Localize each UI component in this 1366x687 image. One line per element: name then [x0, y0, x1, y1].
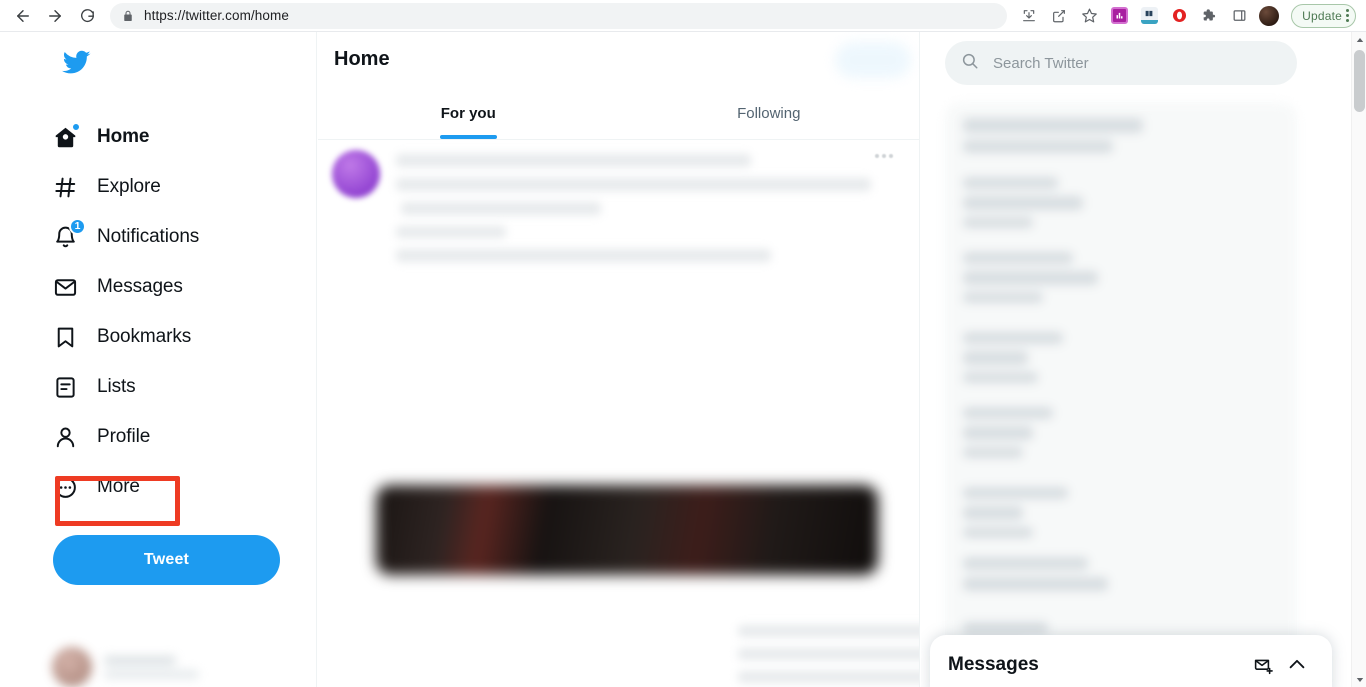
scroll-up-arrow-icon[interactable] [1352, 32, 1366, 47]
sidebar-item-label: Bookmarks [97, 326, 192, 347]
extensions-puzzle-icon[interactable] [1195, 2, 1223, 30]
side-panel-icon[interactable] [1225, 2, 1253, 30]
page-scrollbar[interactable] [1351, 32, 1366, 687]
share-icon[interactable] [1045, 2, 1073, 30]
notifications-badge: 1 [69, 217, 86, 235]
sidebar-item-messages[interactable]: Messages [52, 262, 302, 312]
reload-icon[interactable] [72, 1, 102, 31]
sidebar-item-lists[interactable]: Lists [52, 362, 302, 412]
chevron-up-icon[interactable] [1280, 648, 1314, 682]
search-input[interactable]: Search Twitter [945, 41, 1297, 85]
bookmark-star-icon[interactable] [1075, 2, 1103, 30]
list-icon [52, 374, 79, 401]
account-switcher[interactable] [52, 637, 292, 687]
tab-following[interactable]: Following [619, 87, 920, 139]
bell-icon: 1 [52, 217, 86, 251]
sidebar-item-profile[interactable]: Profile [52, 412, 302, 462]
tab-label: Following [737, 104, 801, 122]
timeline-settings-icon[interactable] [835, 42, 911, 78]
hashtag-icon [52, 174, 79, 201]
profile-avatar-icon[interactable] [1255, 2, 1283, 30]
sidebar-item-label: Lists [97, 376, 136, 397]
tweet-text-blurred [396, 154, 896, 273]
forward-arrow-icon[interactable] [40, 1, 70, 31]
search-placeholder: Search Twitter [993, 54, 1089, 72]
sidebar-item-explore[interactable]: Explore [52, 162, 302, 212]
home-new-indicator [72, 122, 80, 131]
page-title: Home [334, 48, 390, 70]
browser-action-icons: Update [1015, 2, 1366, 30]
sidebar-item-label: Messages [97, 276, 183, 297]
tweet-button[interactable]: Tweet [53, 535, 280, 585]
sidebar-item-label: Profile [97, 426, 151, 447]
kebab-menu-icon[interactable] [1346, 9, 1349, 22]
account-name-block [104, 655, 199, 679]
messages-dock-title: Messages [948, 654, 1039, 675]
tweet-post[interactable] [318, 140, 919, 683]
search-icon [961, 52, 979, 75]
avatar [52, 647, 92, 687]
sidebar-nav-list: Home Explore 1 Notifications Messages Bo… [52, 112, 302, 512]
home-icon [52, 122, 80, 151]
bookmark-icon [52, 324, 79, 351]
avatar [1259, 5, 1280, 26]
sidebar-item-label: Explore [97, 176, 161, 197]
extension-adblock-icon[interactable] [1165, 2, 1193, 30]
envelope-icon [52, 274, 79, 301]
right-sidebar: Search Twitter Messages [921, 32, 1351, 687]
lock-icon [122, 10, 134, 22]
main-feed-column: Home For you Following [318, 32, 920, 687]
tweet-media-blurred[interactable] [376, 485, 878, 575]
feed-tabs: For you Following [318, 87, 919, 140]
tab-label: For you [440, 104, 496, 122]
twitter-bird-logo[interactable] [62, 48, 91, 82]
extension-reader-icon[interactable] [1135, 2, 1163, 30]
twitter-page: Home Explore 1 Notifications Messages Bo… [0, 32, 1351, 687]
install-app-icon[interactable] [1015, 2, 1043, 30]
avatar[interactable] [332, 150, 380, 198]
tab-for-you[interactable]: For you [318, 87, 619, 139]
address-bar[interactable]: https://twitter.com/home [110, 2, 1008, 29]
person-icon [52, 424, 79, 451]
trends-panel-blurred[interactable] [945, 102, 1297, 672]
sidebar-item-home[interactable]: Home [52, 112, 302, 162]
sidebar-item-label: More [97, 476, 140, 497]
tweet-text-blurred [738, 625, 919, 687]
browser-toolbar: https://twitter.com/home Update [0, 0, 1366, 32]
messages-dock[interactable]: Messages [930, 635, 1332, 687]
sidebar-item-bookmarks[interactable]: Bookmarks [52, 312, 302, 362]
sidebar-item-notifications[interactable]: 1 Notifications [52, 212, 302, 262]
new-message-icon[interactable] [1246, 648, 1280, 682]
scrollbar-thumb[interactable] [1354, 50, 1365, 112]
back-arrow-icon[interactable] [8, 1, 38, 31]
more-circle-icon [52, 474, 79, 501]
sidebar-item-label: Notifications [97, 226, 200, 247]
scroll-down-arrow-icon[interactable] [1352, 672, 1366, 687]
update-button[interactable]: Update [1291, 3, 1356, 28]
active-tab-indicator [439, 135, 497, 139]
sidebar-item-label: Home [97, 126, 150, 147]
extension-analytics-icon[interactable] [1105, 2, 1133, 30]
feed-header: Home [318, 32, 919, 87]
sidebar-item-more[interactable]: More [52, 462, 302, 512]
navigation-buttons [0, 1, 102, 31]
update-button-label: Update [1302, 8, 1342, 23]
address-bar-url: https://twitter.com/home [144, 8, 289, 23]
left-sidebar: Home Explore 1 Notifications Messages Bo… [0, 32, 317, 687]
